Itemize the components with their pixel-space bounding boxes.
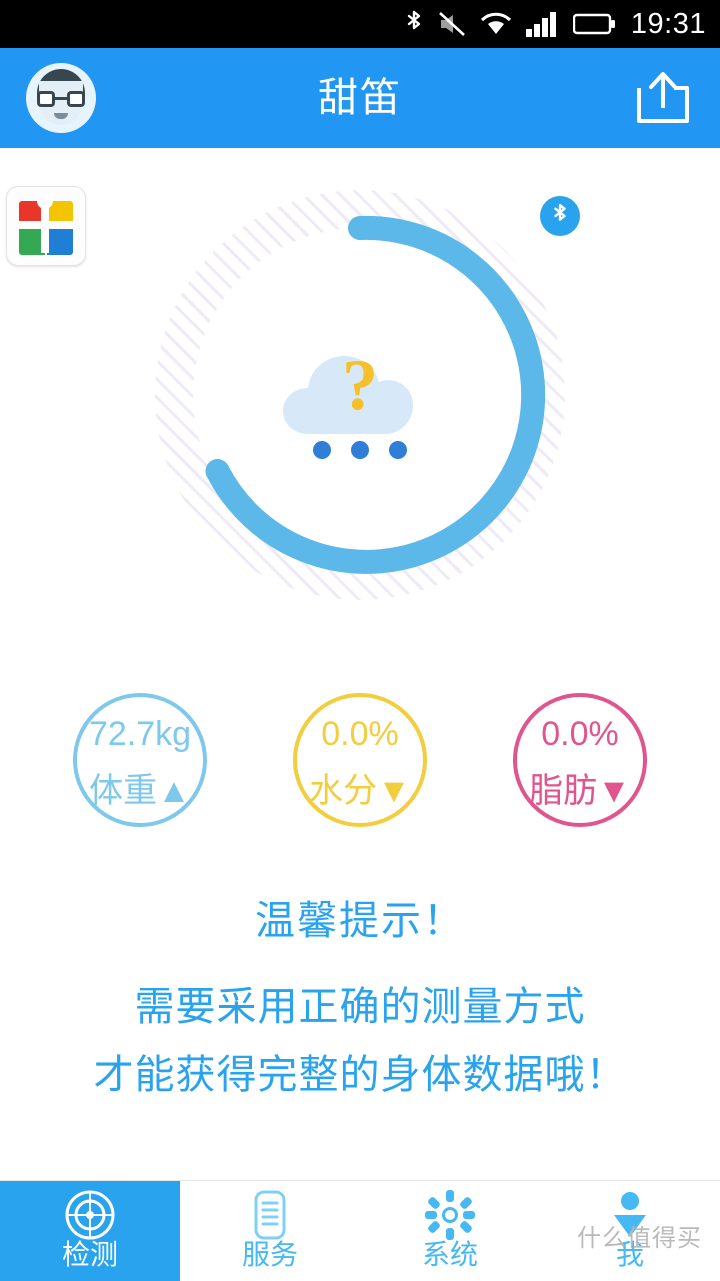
page-title: 甜笛 [318, 76, 402, 120]
metric-water-arrow: ▼ [377, 772, 411, 810]
signal-icon [525, 10, 561, 38]
metric-weight[interactable]: 72.7kg 体重▲ [55, 693, 225, 843]
metric-water-value: 0.0% [321, 715, 399, 753]
logo-quadrant-blue [47, 229, 73, 255]
tips-heading: 温馨提示！ [255, 899, 465, 943]
app-bar: 甜笛 [0, 48, 720, 148]
metric-weight-value: 72.7kg [88, 715, 192, 753]
nav-item-system[interactable]: 系统 [360, 1181, 540, 1281]
bottom-nav: 检测 服务 系统 我 什么值得买 [0, 1180, 720, 1281]
status-clock: 19:31 [630, 7, 706, 40]
battery-icon [572, 12, 617, 36]
share-icon[interactable] [634, 70, 692, 126]
metric-weight-arrow: ▲ [157, 772, 191, 810]
metric-fat-label: 脂肪▼ [495, 763, 665, 812]
nav-label-system: 系统 [421, 1239, 478, 1270]
tips-line-1: 需要采用正确的测量方式 [134, 985, 586, 1029]
tips-line-2: 才能获得完整的身体数据哦！ [93, 1053, 627, 1097]
nav-item-me[interactable]: 我 [540, 1181, 720, 1281]
wifi-icon [479, 10, 513, 38]
metric-water-label: 水分▼ [275, 763, 445, 812]
windows-style-logo-icon[interactable] [6, 186, 86, 266]
mute-icon [437, 9, 467, 39]
nav-label-me: 我 [615, 1239, 644, 1270]
nav-item-detect[interactable]: 检测 [0, 1181, 180, 1281]
metric-water[interactable]: 0.0% 水分▼ [275, 693, 445, 843]
status-bar: 19:31 [0, 0, 720, 48]
cloud-icon: ? [260, 330, 460, 460]
measurement-gauge[interactable]: ? [155, 190, 565, 600]
metrics-row: 72.7kg 体重▲ 0.0% 水分▼ 0.0% 脂肪▼ [0, 693, 720, 853]
metric-fat-label-text: 脂肪 [529, 772, 598, 810]
metric-fat-arrow: ▼ [597, 772, 631, 810]
metric-weight-label: 体重▲ [55, 763, 225, 812]
nav-label-detect: 检测 [61, 1239, 118, 1270]
nav-label-service: 服务 [241, 1239, 298, 1270]
question-mark: ? [342, 345, 378, 425]
metric-fat-value: 0.0% [541, 715, 619, 753]
metric-water-label-text: 水分 [309, 772, 378, 810]
logo-dot [37, 193, 53, 209]
metric-fat[interactable]: 0.0% 脂肪▼ [495, 693, 665, 843]
metric-weight-label-text: 体重 [89, 772, 158, 810]
bluetooth-icon [403, 9, 425, 39]
nav-item-service[interactable]: 服务 [180, 1181, 360, 1281]
logo-cross [19, 221, 73, 229]
tips-block: 温馨提示！ 需要采用正确的测量方式 才能获得完整的身体数据哦！ [0, 888, 720, 1100]
main-content: ? 72.7kg 体重▲ 0.0% 水分▼ 0.0% 脂肪▼ 温馨提示！ 需要采… [0, 148, 720, 1180]
